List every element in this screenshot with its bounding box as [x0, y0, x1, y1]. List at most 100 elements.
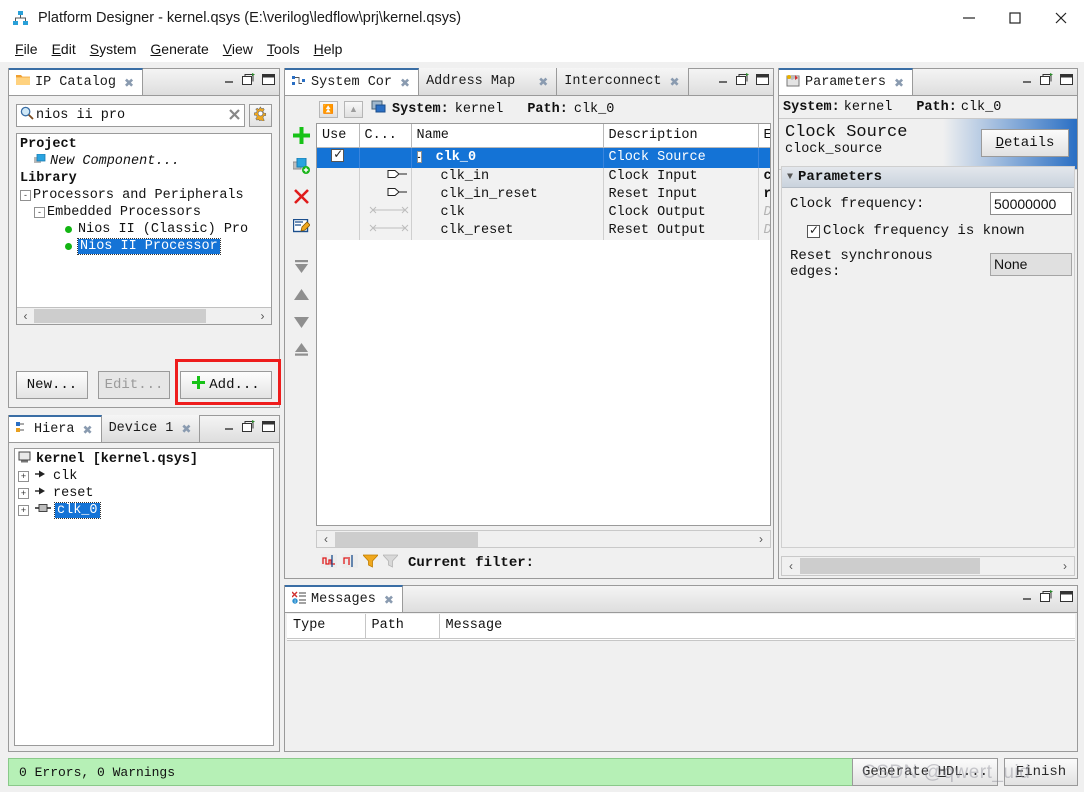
close-icon[interactable]: ✖	[894, 76, 904, 90]
export-cell[interactable]	[758, 147, 770, 168]
restore-panel-icon[interactable]	[736, 73, 749, 85]
table-row[interactable]: - clk_0 Clock Source	[317, 147, 770, 168]
tab-interconnect[interactable]: Interconnect ✖	[557, 68, 689, 95]
tree-node-processors-and-peripherals[interactable]: - Processors and Peripherals	[20, 187, 271, 204]
restore-panel-icon[interactable]	[1040, 73, 1053, 85]
connection-cell[interactable]	[359, 221, 412, 240]
column-header-connections[interactable]: C...	[359, 124, 412, 148]
maximize-panel-icon[interactable]	[1060, 590, 1073, 602]
column-header-use[interactable]: Use	[317, 124, 360, 148]
menu-view[interactable]: View	[216, 39, 260, 59]
column-header-type[interactable]: Type	[287, 614, 366, 639]
tab-hierarchy[interactable]: Hiera ✖	[9, 415, 102, 442]
menu-generate[interactable]: Generate	[143, 39, 215, 59]
tab-ip-catalog[interactable]: IP Catalog ✖	[9, 68, 144, 95]
scroll-thumb[interactable]	[335, 531, 478, 547]
minimize-panel-icon[interactable]	[718, 74, 729, 85]
close-button[interactable]	[1038, 0, 1084, 36]
clock-frequency-known-checkbox[interactable]	[807, 223, 820, 238]
use-checkbox[interactable]	[331, 147, 345, 162]
finish-button[interactable]: Finish	[1004, 758, 1078, 786]
column-header-export[interactable]: E:	[758, 124, 770, 148]
maximize-panel-icon[interactable]	[756, 73, 769, 85]
expand-expander-icon[interactable]: +	[18, 488, 29, 499]
export-cell[interactable]: Do	[758, 221, 770, 240]
tree-node-embedded-processors[interactable]: - Embedded Processors	[20, 204, 271, 221]
export-cell[interactable]: cl	[758, 167, 770, 186]
use-checkbox-cell[interactable]	[317, 147, 360, 168]
minimize-button[interactable]	[946, 0, 992, 36]
scroll-thumb[interactable]	[800, 558, 980, 574]
remove-icon[interactable]	[293, 188, 310, 210]
edit-icon[interactable]	[292, 218, 311, 240]
reset-sync-edges-dropdown[interactable]: None	[990, 252, 1072, 276]
scroll-left-icon[interactable]: ‹	[782, 559, 800, 573]
tree-node-project[interactable]: Project	[20, 136, 271, 153]
minimize-panel-icon[interactable]	[224, 421, 235, 432]
menu-system[interactable]: System	[83, 39, 144, 59]
tree-node-nios-ii-processor[interactable]: Nios II Processor	[20, 238, 271, 255]
restore-panel-icon[interactable]	[242, 73, 255, 85]
collapse-expander-icon[interactable]: -	[416, 151, 422, 163]
ip-catalog-horizontal-scrollbar[interactable]: ‹ ›	[17, 307, 271, 324]
minimize-panel-icon[interactable]	[1022, 74, 1033, 85]
navigate-top-button[interactable]: ⏫	[319, 100, 338, 118]
filter-icon[interactable]	[362, 554, 379, 573]
system-contents-horizontal-scrollbar[interactable]: ‹ ›	[316, 530, 771, 548]
hierarchy-node-clk-0[interactable]: + clk_0	[18, 502, 273, 519]
connection-cell[interactable]	[359, 185, 412, 204]
move-up-icon[interactable]	[293, 288, 310, 306]
new-component-button[interactable]: New...	[16, 371, 88, 399]
clear-filter-icon[interactable]	[382, 554, 399, 573]
close-icon[interactable]: ✖	[384, 593, 394, 607]
scroll-thumb[interactable]	[34, 309, 206, 323]
tree-node-new-component[interactable]: New Component...	[20, 153, 271, 170]
minimize-panel-icon[interactable]	[224, 74, 235, 85]
hierarchy-tree[interactable]: kernel [kernel.qsys] + clk + reset + clk…	[14, 448, 274, 746]
close-icon[interactable]: ✖	[400, 76, 410, 90]
scroll-right-icon[interactable]: ›	[254, 309, 271, 323]
hierarchy-node-kernel[interactable]: kernel [kernel.qsys]	[18, 451, 273, 468]
clear-search-icon[interactable]	[228, 108, 241, 124]
parameters-horizontal-scrollbar[interactable]: ‹ ›	[781, 556, 1075, 576]
close-icon[interactable]: ✖	[83, 423, 93, 437]
export-cell[interactable]: re	[758, 185, 770, 204]
menu-file[interactable]: File	[8, 39, 45, 59]
move-bottom-icon[interactable]	[293, 342, 310, 361]
restore-panel-icon[interactable]	[1040, 590, 1053, 602]
expand-expander-icon[interactable]: +	[18, 471, 29, 482]
column-header-message[interactable]: Message	[439, 614, 1075, 639]
hierarchy-node-clk[interactable]: + clk	[18, 468, 273, 485]
show-connections-icon[interactable]	[342, 553, 358, 573]
menu-edit[interactable]: Edit	[45, 39, 83, 59]
maximize-panel-icon[interactable]	[262, 420, 275, 432]
parameters-section-header[interactable]: ▼ Parameters	[782, 167, 1074, 188]
column-header-description[interactable]: Description	[603, 124, 759, 148]
move-top-icon[interactable]	[293, 260, 310, 279]
menu-help[interactable]: Help	[307, 39, 350, 59]
maximize-panel-icon[interactable]	[1060, 73, 1073, 85]
add-icon[interactable]	[292, 127, 310, 149]
scroll-right-icon[interactable]: ›	[1056, 559, 1074, 573]
close-icon[interactable]: ✖	[181, 422, 191, 436]
connection-cell[interactable]	[359, 147, 412, 168]
ip-catalog-tree[interactable]: Project New Component... Library - Proce…	[16, 133, 272, 325]
catalog-settings-button[interactable]	[249, 104, 272, 127]
tab-system-contents[interactable]: System Cor ✖	[285, 68, 420, 95]
tree-node-nios-ii-classic[interactable]: Nios II (Classic) Pro	[20, 221, 271, 238]
close-icon[interactable]: ✖	[124, 76, 134, 90]
move-down-icon[interactable]	[293, 315, 310, 333]
column-header-name[interactable]: Name	[411, 124, 604, 148]
collapse-expander-icon[interactable]: -	[20, 190, 31, 201]
tree-node-library[interactable]: Library	[20, 170, 271, 187]
scroll-left-icon[interactable]: ‹	[317, 532, 335, 546]
close-icon[interactable]: ✖	[538, 75, 548, 89]
hierarchy-node-reset[interactable]: + reset	[18, 485, 273, 502]
maximize-button[interactable]	[992, 0, 1038, 36]
close-icon[interactable]: ✖	[669, 75, 679, 89]
connection-cell[interactable]	[359, 203, 412, 222]
column-header-path[interactable]: Path	[365, 614, 440, 639]
duplicate-icon[interactable]	[292, 157, 310, 179]
search-input[interactable]	[34, 108, 228, 123]
maximize-panel-icon[interactable]	[262, 73, 275, 85]
